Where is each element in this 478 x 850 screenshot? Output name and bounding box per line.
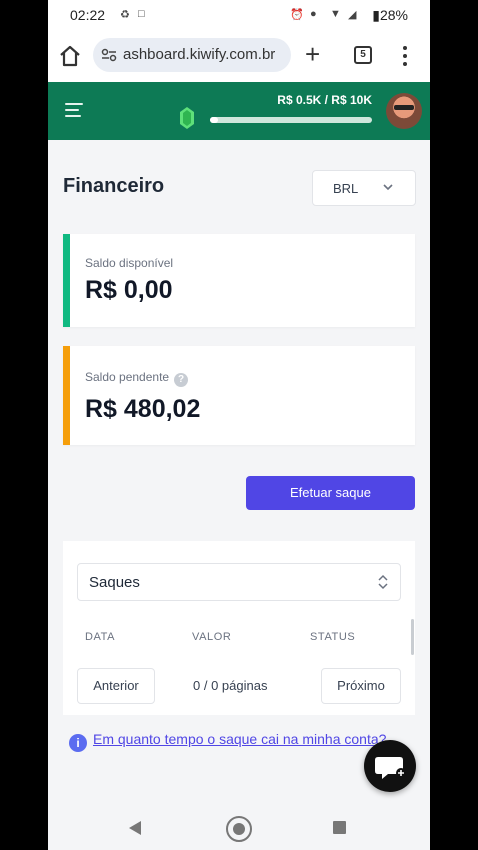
home-icon[interactable]	[58, 44, 82, 68]
status-time: 02:22	[70, 7, 106, 23]
chat-icon	[375, 757, 406, 779]
notification-icon: ♻	[120, 9, 130, 21]
help-icon[interactable]: ?	[174, 373, 189, 387]
info-icon: i	[69, 734, 87, 752]
revenue-goal-progress	[210, 117, 372, 123]
back-icon[interactable]	[128, 820, 142, 836]
browser-menu-icon[interactable]	[400, 44, 410, 68]
withdrawals-panel: Saques DATA VALOR STATUS Anterior 0 / 0 …	[63, 541, 415, 715]
page-title: Financeiro	[63, 175, 165, 197]
column-header-value[interactable]: VALOR	[192, 631, 231, 643]
next-page-button[interactable]: Próximo	[321, 668, 401, 704]
faq-link-text[interactable]: Em quanto tempo o saque cai na minha con…	[93, 731, 386, 747]
gem-icon	[180, 107, 194, 129]
previous-page-button[interactable]: Anterior	[77, 668, 155, 704]
battery-level: ▮28%	[372, 7, 408, 23]
url-text[interactable]: ashboard.kiwify.com.br	[123, 46, 289, 63]
available-balance-amount: R$ 0,00	[85, 276, 173, 304]
revenue-goal-text: R$ 0.5K / R$ 10K	[277, 93, 372, 107]
user-avatar[interactable]	[386, 93, 422, 129]
pending-balance-card: Saldo pendente? R$ 480,02	[63, 346, 415, 445]
wifi-icon: ▼	[330, 8, 341, 20]
signal-icon: ◢	[348, 9, 357, 21]
revenue-goal-fill	[210, 117, 219, 123]
currency-value: BRL	[333, 181, 359, 196]
pending-balance-label: Saldo pendente	[85, 370, 170, 384]
available-balance-label: Saldo disponível	[85, 256, 174, 270]
alarm-icon: ⏰	[290, 9, 304, 21]
phone-icon: □	[138, 8, 145, 20]
vibrate-icon: ●	[310, 8, 317, 20]
phone-screen: 02:22 ♻ □ ⏰ ● ▼ ◢ ▮28% ashboard.kiwify.c…	[48, 0, 430, 850]
new-tab-icon[interactable]: +	[305, 40, 320, 68]
pending-accent-bar	[63, 346, 70, 445]
table-scrollbar[interactable]	[411, 619, 414, 655]
withdraw-button[interactable]: Efetuar saque	[246, 476, 415, 510]
select-updown-icon	[378, 574, 388, 590]
chevron-down-icon	[383, 184, 393, 191]
column-header-date[interactable]: DATA	[85, 631, 115, 643]
chat-button[interactable]	[364, 740, 416, 792]
pending-balance-label-row: Saldo pendente?	[85, 370, 189, 387]
status-bar: 02:22 ♻ □ ⏰ ● ▼ ◢ ▮28%	[48, 0, 430, 30]
withdrawals-filter-select[interactable]: Saques	[77, 563, 401, 601]
system-nav-bar	[48, 806, 430, 850]
tab-switcher-button[interactable]: 5	[354, 46, 372, 64]
hamburger-menu-icon[interactable]	[65, 103, 83, 117]
recents-icon[interactable]	[333, 821, 346, 834]
withdrawals-filter-value: Saques	[89, 574, 140, 591]
currency-select[interactable]: BRL	[312, 170, 416, 206]
app-header: R$ 0.5K / R$ 10K	[48, 82, 430, 140]
pending-balance-amount: R$ 480,02	[85, 395, 201, 423]
available-accent-bar	[63, 234, 70, 327]
site-settings-icon[interactable]	[101, 48, 117, 62]
available-balance-card: Saldo disponível R$ 0,00	[63, 234, 415, 327]
home-nav-icon[interactable]	[226, 816, 252, 842]
page-info: 0 / 0 páginas	[193, 678, 268, 693]
address-bar[interactable]: ashboard.kiwify.com.br	[93, 38, 291, 72]
browser-toolbar: ashboard.kiwify.com.br + 5	[48, 30, 430, 82]
column-header-status[interactable]: STATUS	[310, 631, 355, 643]
